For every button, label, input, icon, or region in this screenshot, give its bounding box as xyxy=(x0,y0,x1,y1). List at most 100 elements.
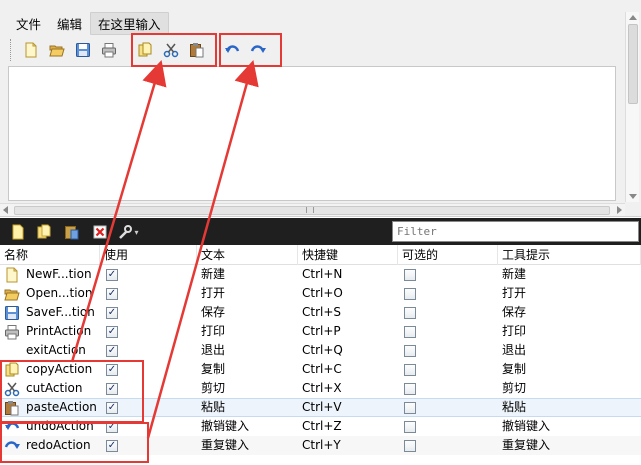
cell-shortcut[interactable]: Ctrl+Z xyxy=(298,417,398,436)
cell-tooltip[interactable]: 新建 xyxy=(498,265,641,284)
cell-checkable[interactable] xyxy=(398,398,498,417)
cell-shortcut[interactable]: Ctrl+S xyxy=(298,303,398,322)
cell-text[interactable]: 打印 xyxy=(197,322,298,341)
checkable-checkbox[interactable] xyxy=(404,325,416,338)
cell-text[interactable]: 粘贴 xyxy=(197,398,298,417)
cell-shortcut[interactable]: Ctrl+O xyxy=(298,284,398,303)
scroll-right-icon[interactable] xyxy=(617,206,622,214)
cell-used[interactable] xyxy=(100,303,197,322)
vertical-scrollbar[interactable] xyxy=(625,12,639,202)
menu-file[interactable]: 文件 xyxy=(8,12,49,35)
cell-text[interactable]: 打开 xyxy=(197,284,298,303)
cell-tooltip[interactable]: 打开 xyxy=(498,284,641,303)
used-checkbox[interactable] xyxy=(106,344,118,357)
checkable-checkbox[interactable] xyxy=(404,306,416,319)
print-button[interactable] xyxy=(97,38,121,62)
used-checkbox[interactable] xyxy=(106,325,118,338)
new-action-button[interactable] xyxy=(6,220,30,244)
cell-tooltip[interactable]: 撤销键入 xyxy=(498,417,641,436)
cell-used[interactable] xyxy=(100,322,197,341)
cell-name[interactable]: SaveF...tion xyxy=(0,303,100,322)
cell-shortcut[interactable]: Ctrl+Q xyxy=(298,341,398,360)
cell-shortcut[interactable]: Ctrl+V xyxy=(298,398,398,417)
table-row[interactable]: PrintAction打印Ctrl+P打印 xyxy=(0,322,641,341)
header-name[interactable]: 名称 xyxy=(0,245,100,265)
table-row[interactable]: NewF...tion新建Ctrl+N新建 xyxy=(0,265,641,284)
cell-checkable[interactable] xyxy=(398,303,498,322)
cell-tooltip[interactable]: 复制 xyxy=(498,360,641,379)
scroll-thumb[interactable] xyxy=(628,24,638,104)
cell-checkable[interactable] xyxy=(398,265,498,284)
checkable-checkbox[interactable] xyxy=(404,287,416,300)
cell-checkable[interactable] xyxy=(398,284,498,303)
cell-used[interactable] xyxy=(100,265,197,284)
new-button[interactable] xyxy=(19,38,43,62)
cell-used[interactable] xyxy=(100,284,197,303)
checkable-checkbox[interactable] xyxy=(404,344,416,357)
toolbar-grip[interactable] xyxy=(10,39,13,61)
cell-text[interactable]: 复制 xyxy=(197,360,298,379)
cell-shortcut[interactable]: Ctrl+Y xyxy=(298,436,398,455)
header-text[interactable]: 文本 xyxy=(197,245,298,265)
cell-text[interactable]: 重复键入 xyxy=(197,436,298,455)
cell-text[interactable]: 撤销键入 xyxy=(197,417,298,436)
cell-checkable[interactable] xyxy=(398,379,498,398)
paste-action-button[interactable] xyxy=(60,220,84,244)
filter-input[interactable] xyxy=(392,221,639,242)
cell-checkable[interactable] xyxy=(398,322,498,341)
cell-checkable[interactable] xyxy=(398,436,498,455)
horizontal-scrollbar[interactable] xyxy=(0,203,625,216)
copy-action-button[interactable] xyxy=(32,220,56,244)
menu-type-here[interactable]: 在这里输入 xyxy=(90,11,169,35)
cell-name[interactable]: Open...tion xyxy=(0,284,100,303)
cell-checkable[interactable] xyxy=(398,417,498,436)
cell-text[interactable]: 新建 xyxy=(197,265,298,284)
cell-tooltip[interactable]: 保存 xyxy=(498,303,641,322)
save-button[interactable] xyxy=(71,38,95,62)
menu-edit[interactable]: 编辑 xyxy=(49,12,90,35)
cell-checkable[interactable] xyxy=(398,360,498,379)
save-disk-icon xyxy=(4,305,20,321)
header-checkable[interactable]: 可选的 xyxy=(398,245,498,265)
checkable-checkbox[interactable] xyxy=(404,420,416,433)
text-edit-area[interactable] xyxy=(8,66,616,201)
used-checkbox[interactable] xyxy=(106,268,118,281)
header-used[interactable]: 使用 xyxy=(100,245,197,265)
checkable-checkbox[interactable] xyxy=(404,439,416,452)
delete-action-button[interactable] xyxy=(88,220,112,244)
configure-action-button[interactable]: ▾ xyxy=(116,220,140,244)
checkable-checkbox[interactable] xyxy=(404,363,416,376)
used-checkbox[interactable] xyxy=(106,287,118,300)
cell-shortcut[interactable]: Ctrl+X xyxy=(298,379,398,398)
cell-tooltip[interactable]: 打印 xyxy=(498,322,641,341)
cell-tooltip[interactable]: 重复键入 xyxy=(498,436,641,455)
cell-text[interactable]: 退出 xyxy=(197,341,298,360)
cell-name[interactable]: PrintAction xyxy=(0,322,100,341)
cell-shortcut[interactable]: Ctrl+P xyxy=(298,322,398,341)
table-row[interactable]: exitAction退出Ctrl+Q退出 xyxy=(0,341,641,360)
scroll-up-icon[interactable] xyxy=(629,15,637,20)
cell-text[interactable]: 保存 xyxy=(197,303,298,322)
cell-name[interactable]: NewF...tion xyxy=(0,265,100,284)
cell-tooltip[interactable]: 退出 xyxy=(498,341,641,360)
table-row[interactable]: Open...tion打开Ctrl+O打开 xyxy=(0,284,641,303)
scroll-down-icon[interactable] xyxy=(629,194,637,199)
cell-text[interactable]: 剪切 xyxy=(197,379,298,398)
cell-name[interactable]: exitAction xyxy=(0,341,100,360)
cell-checkable[interactable] xyxy=(398,341,498,360)
cell-tooltip[interactable]: 剪切 xyxy=(498,379,641,398)
cell-tooltip[interactable]: 粘贴 xyxy=(498,398,641,417)
header-tooltip[interactable]: 工具提示 xyxy=(498,245,641,265)
action-name: Open...tion xyxy=(26,286,93,300)
checkable-checkbox[interactable] xyxy=(404,382,416,395)
open-button[interactable] xyxy=(45,38,69,62)
used-checkbox[interactable] xyxy=(106,306,118,319)
cell-used[interactable] xyxy=(100,341,197,360)
scroll-left-icon[interactable] xyxy=(3,206,8,214)
table-row[interactable]: SaveF...tion保存Ctrl+S保存 xyxy=(0,303,641,322)
cell-shortcut[interactable]: Ctrl+N xyxy=(298,265,398,284)
header-shortcut[interactable]: 快捷键 xyxy=(298,245,398,265)
checkable-checkbox[interactable] xyxy=(404,268,416,281)
cell-shortcut[interactable]: Ctrl+C xyxy=(298,360,398,379)
checkable-checkbox[interactable] xyxy=(404,401,416,414)
